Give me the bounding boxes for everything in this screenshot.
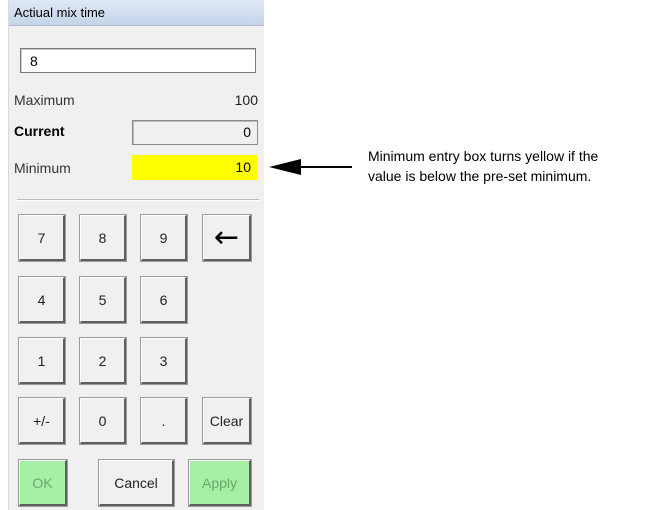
key-3[interactable]: 3 (141, 338, 187, 384)
decimal-key[interactable]: . (141, 398, 187, 444)
divider (17, 199, 259, 201)
maximum-value: 100 (234, 92, 258, 108)
entry-field[interactable] (20, 48, 256, 73)
apply-button[interactable]: Apply (189, 460, 251, 506)
key-1[interactable]: 1 (19, 338, 65, 384)
current-value-box: 0 (132, 120, 258, 145)
key-6[interactable]: 6 (141, 277, 187, 323)
key-9[interactable]: 9 (141, 215, 187, 261)
key-0[interactable]: 0 (80, 398, 126, 444)
key-2[interactable]: 2 (80, 338, 126, 384)
clear-button[interactable]: Clear (203, 398, 251, 444)
dialog-title: Actiual mix time (9, 0, 264, 26)
key-5[interactable]: 5 (80, 277, 126, 323)
cancel-button[interactable]: Cancel (99, 460, 174, 506)
key-7[interactable]: 7 (19, 215, 65, 261)
annotation-line-2: value is below the pre-set minimum. (368, 168, 592, 184)
key-4[interactable]: 4 (19, 277, 65, 323)
backspace-button[interactable]: ← (203, 215, 251, 261)
mix-time-dialog: Actiual mix time Maximum 100 Current 0 M… (8, 0, 264, 510)
minimum-value-box: 10 (132, 155, 258, 180)
minimum-label: Minimum (14, 160, 71, 176)
maximum-label: Maximum (14, 92, 75, 108)
key-8[interactable]: 8 (80, 215, 126, 261)
annotation-arrow-line (300, 166, 352, 168)
annotation-arrowhead-icon (269, 159, 301, 175)
current-label: Current (14, 123, 65, 139)
annotation-line-1: Minimum entry box turns yellow if the (368, 148, 599, 164)
plus-minus-key[interactable]: +/- (19, 398, 65, 444)
left-arrow-icon: ← (213, 219, 240, 255)
annotation-callout: Minimum entry box turns yellow if the va… (368, 146, 648, 186)
ok-button[interactable]: OK (19, 460, 67, 506)
